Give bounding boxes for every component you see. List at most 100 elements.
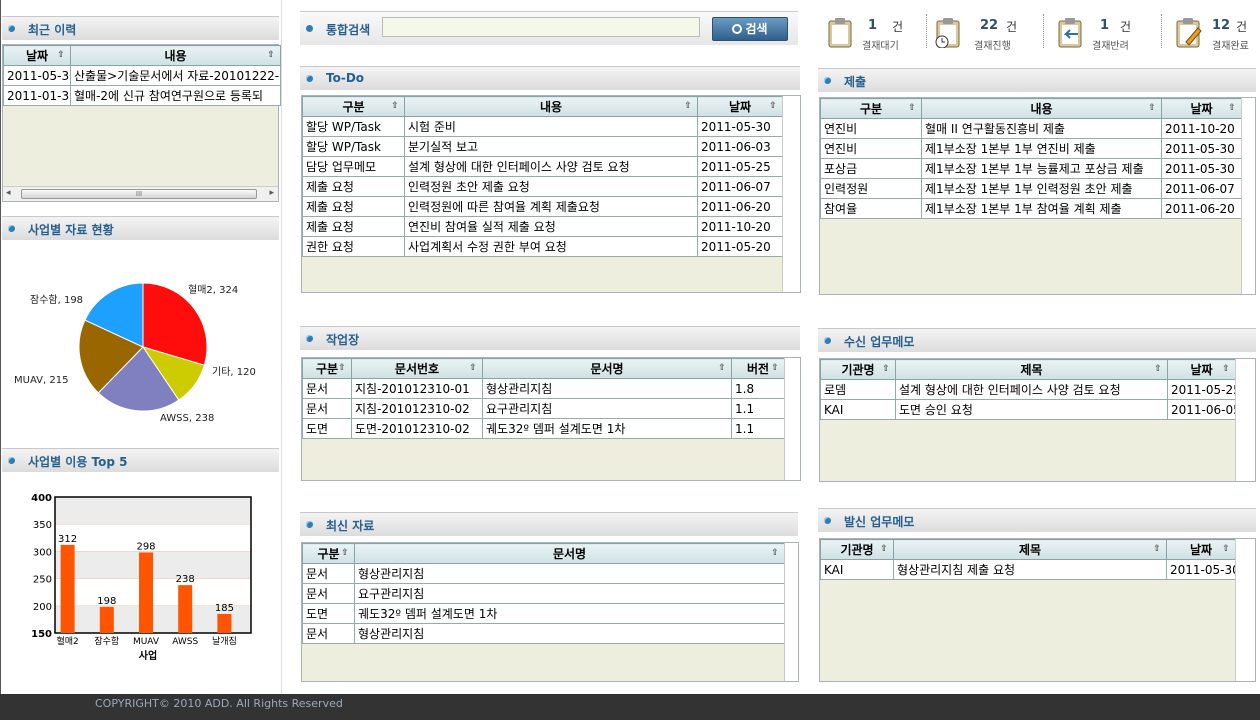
recent-col-content[interactable]: 내용 ⇧	[70, 45, 281, 66]
recv-col-date[interactable]: 날짜 ⇧	[1167, 359, 1236, 380]
sort-up-icon[interactable]: ⇧	[1147, 103, 1157, 114]
todo-col-content[interactable]: 내용 ⇧	[404, 96, 698, 117]
search-bar: 통합검색 검색	[300, 11, 798, 45]
table-row[interactable]: 도면 궤도32º 뎀퍼 설계도면 1차	[302, 603, 785, 624]
sort-up-icon[interactable]: ⇧	[881, 364, 891, 375]
submit-col-content[interactable]: 내용 ⇧	[921, 98, 1162, 119]
bullet-icon	[8, 225, 15, 232]
table-row[interactable]: 문서 요구관리지침	[302, 583, 785, 604]
pie-slice-label: 혈매2, 324	[188, 283, 238, 296]
y-tick-label: 250	[33, 575, 52, 586]
sort-up-icon[interactable]: ⇧	[1152, 544, 1162, 555]
sort-up-icon[interactable]: ⇧	[879, 544, 889, 555]
table-row[interactable]: 문서 형상관리지침	[302, 563, 785, 584]
todo-col-date[interactable]: 날짜 ⇧	[697, 96, 783, 117]
table-row[interactable]: KAI 도면 승인 요청 2011-06-05	[820, 399, 1236, 420]
table-row[interactable]: 담당 업무메모 설계 형상에 대한 인터페이스 사양 검토 요청 2011-05-2…	[302, 156, 783, 177]
table-row[interactable]: 문서 지침-201012310-02 요구관리지침 1.1	[302, 398, 785, 419]
table-row[interactable]: 제출 요청 연진비 참여율 실적 제출 요청 2011-10-20	[302, 216, 783, 237]
table-row[interactable]: 로뎀 설계 형상에 대한 인터페이스 사양 검토 요청 2011-05-25	[820, 379, 1236, 400]
sort-up-icon[interactable]: ⇧	[337, 363, 347, 374]
latest-col-docname[interactable]: 문서명 ⇧	[354, 543, 785, 564]
recv-col-org[interactable]: 기관명 ⇧	[820, 359, 896, 380]
table-row[interactable]: 포상금 제1부소장 1본부 1부 능률제고 포상금 제출 2011-05-30	[820, 158, 1242, 179]
send-col-date[interactable]: 날짜 ⇧	[1166, 539, 1236, 560]
send-col-org[interactable]: 기관명 ⇧	[820, 539, 894, 560]
sort-up-icon[interactable]: ⇧	[390, 101, 400, 112]
table-row[interactable]: 권한 요청 사업계획서 수정 권한 부여 요청 2011-05-20	[302, 236, 783, 257]
vertical-scrollbar[interactable]	[1241, 98, 1255, 294]
workspace-col-docno[interactable]: 문서번호 ⇧	[351, 358, 483, 379]
workspace-col-type[interactable]: 구분 ⇧	[302, 358, 352, 379]
bullet-icon	[306, 25, 313, 32]
workspace-col-docname[interactable]: 문서명 ⇧	[482, 358, 732, 379]
bar	[217, 613, 232, 633]
bar-value-label: 198	[97, 596, 116, 607]
workspace-col-version[interactable]: 버전 ⇧	[731, 358, 785, 379]
biz-top-title: 사업별 이용 Top 5	[28, 455, 128, 469]
send-col-subject[interactable]: 제목 ⇧	[893, 539, 1167, 560]
table-row[interactable]: 제출 요청 인력정원 초안 제출 요청 2011-06-07	[302, 176, 783, 197]
table-row[interactable]: 문서 형상관리지침	[302, 623, 785, 644]
vertical-scrollbar[interactable]	[782, 96, 800, 292]
bullet-icon	[306, 521, 313, 528]
recent-col-date[interactable]: 날짜 ⇧	[3, 45, 71, 66]
sort-up-icon[interactable]: ⇧	[1227, 103, 1237, 114]
sort-up-icon[interactable]: ⇧	[768, 101, 778, 112]
sort-up-icon[interactable]: ⇧	[1221, 364, 1231, 375]
table-row[interactable]: 참여율 제1부소장 1본부 1부 참여율 계획 제출 2011-06-20	[820, 198, 1242, 219]
sort-up-icon[interactable]: ⇧	[468, 363, 478, 374]
search-input[interactable]	[382, 17, 700, 37]
recent-title: 최근 이력	[28, 23, 77, 37]
table-row[interactable]: 제출 요청 인력정원에 따른 참여율 계획 제출요청 2011-06-20	[302, 196, 783, 217]
vertical-scrollbar[interactable]	[1235, 359, 1255, 481]
sort-up-icon[interactable]: ⇧	[770, 363, 780, 374]
submit-col-date[interactable]: 날짜 ⇧	[1161, 98, 1242, 119]
table-row[interactable]: KAI 형상관리지침 제출 요청 2011-05-30	[820, 559, 1236, 580]
sort-up-icon[interactable]: ⇧	[266, 50, 276, 61]
approval-progress[interactable]: 22 건 결재진행	[934, 16, 1024, 52]
latest-col-type[interactable]: 구분 ⇧	[302, 543, 355, 564]
table-row[interactable]: 문서 지침-201012310-01 형상관리지침 1.8	[302, 378, 785, 399]
table-row[interactable]: 연진비 혈매 II 연구활동진흥비 제출 2011-10-20	[820, 118, 1242, 139]
recv-memo-table: 기관명 ⇧ 제목 ⇧ 날짜 ⇧ 로뎀 설계 형상에 대한 인터페이스 사양 검토 요청 2…	[820, 359, 1236, 420]
bar	[139, 552, 153, 633]
scroll-left-icon[interactable]: ◂	[6, 188, 11, 198]
approval-rejected[interactable]: 1 건 결재반려	[1056, 16, 1146, 52]
sort-up-icon[interactable]: ⇧	[770, 548, 780, 559]
recent-grid: 날짜 ⇧ 내용 ⇧ 2011-05-30 산출물>기술문서에서 자료-20101222…	[2, 44, 281, 202]
sort-up-icon[interactable]: ⇧	[1153, 364, 1163, 375]
table-row[interactable]: 할당 WP/Task 분기실적 보고 2011-06-03	[302, 136, 783, 157]
table-row[interactable]: 할당 WP/Task 시험 준비 2011-05-30	[302, 116, 783, 137]
recv-col-subject[interactable]: 제목 ⇧	[895, 359, 1168, 380]
bar-value-label: 238	[176, 574, 195, 585]
sort-up-icon[interactable]: ⇧	[340, 548, 350, 559]
latest-panel-header: 최신 자료	[300, 512, 798, 536]
vertical-scrollbar[interactable]	[784, 358, 800, 480]
sort-up-icon[interactable]: ⇧	[907, 103, 917, 114]
scrollbar-thumb[interactable]: III	[21, 189, 257, 199]
scroll-right-icon[interactable]: ▸	[269, 188, 274, 198]
table-row[interactable]: 도면 도면-201012310-02 궤도32º 뎀퍼 설계도면 1차 1.1	[302, 418, 785, 439]
y-tick-label: 400	[31, 493, 52, 504]
recv-memo-title: 수신 업무메모	[844, 335, 915, 349]
search-button[interactable]: 검색	[712, 17, 788, 41]
table-row[interactable]: 연진비 제1부소장 1본부 1부 연진비 제출 2011-05-30	[820, 138, 1242, 159]
divider	[1161, 14, 1162, 48]
table-row[interactable]: 2011-05-30 산출물>기술문서에서 자료-20101222-	[3, 65, 281, 86]
sort-up-icon[interactable]: ⇧	[683, 101, 693, 112]
vertical-scrollbar[interactable]	[1235, 539, 1255, 681]
horizontal-scrollbar[interactable]: ◂ III ▸	[3, 186, 278, 201]
approval-wait[interactable]: 1 건 결재대기	[826, 16, 911, 52]
vertical-scrollbar[interactable]	[784, 543, 798, 681]
sort-up-icon[interactable]: ⇧	[56, 50, 66, 61]
table-row[interactable]: 2011-01-30 혈매-2에 신규 참여연구원으로 등록되	[3, 85, 281, 106]
approval-done[interactable]: 12 건 결재완료	[1174, 16, 1254, 52]
sort-up-icon[interactable]: ⇧	[1221, 544, 1231, 555]
submit-col-type[interactable]: 구분 ⇧	[820, 98, 922, 119]
sort-up-icon[interactable]: ⇧	[717, 363, 727, 374]
x-tick-label: MUAV	[133, 637, 160, 647]
table-row[interactable]: 인력정원 제1부소장 1본부 1부 인력정원 초안 제출 2011-06-07	[820, 178, 1242, 199]
todo-col-type[interactable]: 구분 ⇧	[302, 96, 405, 117]
bullet-icon	[824, 337, 831, 344]
